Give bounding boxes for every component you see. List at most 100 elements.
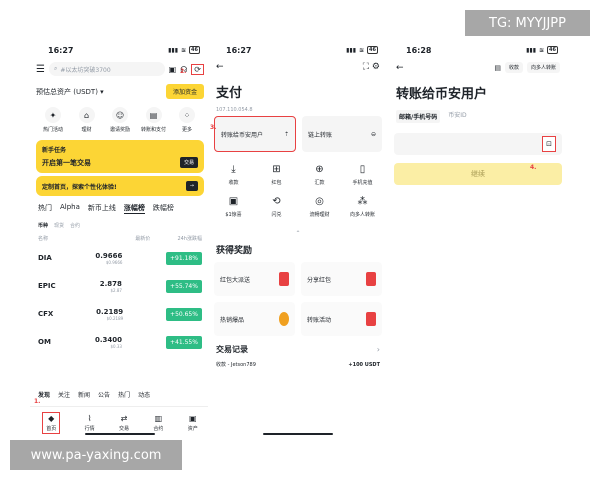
- nav-trade[interactable]: ⇄ 交易: [119, 414, 129, 432]
- annotation-2: 2.: [180, 68, 187, 75]
- table-row[interactable]: EPIC 2.878 $2.87 +55.74%: [30, 272, 210, 300]
- trade-button[interactable]: 交易: [179, 157, 198, 168]
- red-envelope-icon: [366, 312, 376, 326]
- swap-icon: ⟲: [272, 196, 281, 207]
- chart-icon: ⌇: [87, 413, 92, 423]
- coin-list: DIA 0.9666 $0.9666 +91.18% EPIC 2.878 $2.8…: [30, 244, 210, 356]
- onchain-transfer-button[interactable]: 链上转账 ⊖: [302, 116, 382, 152]
- contacts-icon[interactable]: ⊡: [542, 136, 556, 152]
- scan-icon[interactable]: ⛶: [363, 62, 369, 72]
- shortcut-pay[interactable]: ▤ 转账和支付: [139, 107, 169, 133]
- record-row[interactable]: 收款 - Jetson789 +100 USDT: [208, 359, 388, 370]
- grid-batch[interactable]: ⁂ 向多人转账: [341, 196, 384, 218]
- shortcut-invite[interactable]: ☺ 邀请奖励: [105, 107, 135, 133]
- reward-card[interactable]: 热销爆品: [214, 302, 295, 336]
- settings-icon[interactable]: ⚙: [372, 62, 380, 72]
- recipient-input[interactable]: ⊡: [394, 133, 562, 155]
- shortcut-more[interactable]: ⁘ 更多: [172, 107, 202, 133]
- promo-title: 新手任务: [42, 147, 67, 154]
- feed-tabs: 发现 关注 新闻 公告 热门 动态: [38, 392, 151, 399]
- users-icon: ⁂: [357, 196, 368, 207]
- annotation-3: 3.: [210, 124, 217, 131]
- grid-convert[interactable]: ⟲ 闪兑: [255, 196, 298, 218]
- phone-icon: ▯: [359, 164, 366, 175]
- screen-pay: 16:27 ▮▮▮ ≋ 46 ← ⛶ ⚙ 支付 107.110.054.8 3. 转…: [208, 42, 388, 438]
- nav-markets[interactable]: ⌇ 行情: [85, 414, 95, 432]
- status-bar: 16:28 ▮▮▮ ≋ 46: [406, 45, 558, 55]
- back-icon[interactable]: ←: [216, 62, 224, 72]
- trade-icon: ⇄: [120, 413, 128, 423]
- shortcut-earn[interactable]: ⌂ 理财: [72, 107, 102, 133]
- table-row[interactable]: CFX 0.2189 $0.2189 +50.65%: [30, 300, 210, 328]
- screen-transfer: 16:28 ▮▮▮ ≋ 46 ← ▤ 收款 向多人转账 转账给币安用户 邮箱/手机号…: [388, 42, 568, 438]
- promo-newbie[interactable]: 新手任务 开启第一笔交易 交易: [36, 140, 204, 173]
- pay-icon[interactable]: ⟳: [191, 63, 204, 75]
- grid-topup[interactable]: ▯ 手机充值: [341, 164, 384, 186]
- nav-futures[interactable]: ▥ 合约: [153, 414, 163, 432]
- tab-alpha[interactable]: Alpha: [60, 203, 80, 214]
- tab-gainers[interactable]: 涨幅榜: [123, 203, 145, 214]
- grid-receive[interactable]: ⤓ 收款: [212, 164, 255, 186]
- transfer-binance-user-button[interactable]: 转账给币安用户 ⇡: [214, 116, 296, 152]
- search-input[interactable]: ⌕ #以太坊突破3700: [48, 62, 165, 76]
- reward-card[interactable]: 分享红包: [301, 262, 382, 296]
- table-row[interactable]: DIA 0.9666 $0.9666 +91.18%: [30, 244, 210, 272]
- continue-button[interactable]: 继续: [394, 163, 562, 185]
- transfer-header: ← ▤ 收款 向多人转账: [388, 58, 568, 77]
- recipient-tabs: 邮箱/手机号码 币安ID: [388, 108, 568, 125]
- search-icon: ⌕: [53, 65, 58, 72]
- battery-icon: 46: [189, 46, 200, 54]
- grid-surprise[interactable]: ▣ $1惊喜: [212, 196, 255, 218]
- menu-icon[interactable]: ☰: [36, 64, 45, 75]
- user-icon: ☺: [112, 107, 128, 123]
- screen-home: 16:27 ▮▮▮ ≋ 46 ☰ ⌕ #以太坊突破3700 ▣ ☊ ⟳ 2. 预…: [30, 42, 210, 438]
- chevron-up-icon[interactable]: ⌃: [208, 230, 388, 237]
- chain-icon: ⊖: [370, 130, 376, 138]
- rewards-title: 获得奖励: [216, 246, 253, 256]
- battery-icon: 46: [547, 46, 558, 54]
- home-icon: ◆: [48, 413, 55, 423]
- home-indicator: [263, 433, 333, 435]
- back-icon[interactable]: ←: [396, 63, 404, 73]
- pay-grid: ⤓ 收款 ⊞ 红包 ⊕ 汇款 ▯ 手机充值 ▣ $1惊喜 ⟲ 闪兑 ◎ 流畅理财 ⁂ 向多人转账: [208, 152, 388, 230]
- receive-button[interactable]: 收款: [504, 62, 523, 73]
- pay-header: ← ⛶ ⚙: [208, 58, 388, 76]
- wifi-icon: ≋: [181, 46, 187, 54]
- shortcut-hot[interactable]: ✦ 热门活动: [38, 107, 68, 133]
- signal-icon: ▮▮▮: [346, 46, 356, 54]
- nav-assets[interactable]: ▣ 资产: [188, 414, 198, 432]
- grid-remit[interactable]: ⊕ 汇款: [298, 164, 341, 186]
- grid-redpacket[interactable]: ⊞ 红包: [255, 164, 298, 186]
- records-header[interactable]: 交易记录 ›: [208, 336, 388, 359]
- column-headers: 名称 最新价 24h涨跌幅: [38, 236, 202, 242]
- grid-flex-earn[interactable]: ◎ 流畅理财: [298, 196, 341, 218]
- futures-icon: ▥: [154, 413, 163, 423]
- tab-new[interactable]: 新币上线: [88, 203, 116, 214]
- wifi-icon: ≋: [539, 46, 545, 54]
- tab-binance-id[interactable]: 币安ID: [448, 110, 466, 123]
- status-time: 16:27: [48, 45, 74, 55]
- battery-icon: 46: [367, 46, 378, 54]
- tab-hot[interactable]: 热门: [38, 203, 52, 214]
- scan-icon[interactable]: ▣: [169, 65, 177, 74]
- remit-icon: ⊕: [315, 164, 324, 175]
- tab-email-phone[interactable]: 邮箱/手机号码: [396, 110, 441, 123]
- asset-row: 预估总资产 (USDT) ▾ 添加资金: [30, 80, 210, 103]
- reward-card[interactable]: 红包大派送: [214, 262, 295, 296]
- shortcut-grid: ✦ 热门活动 ⌂ 理财 ☺ 邀请奖励 ▤ 转账和支付 ⁘ 更多: [30, 103, 210, 137]
- asset-label[interactable]: 预估总资产 (USDT) ▾: [36, 87, 104, 97]
- add-funds-button[interactable]: 添加资金: [165, 84, 204, 99]
- document-icon[interactable]: ▤: [494, 64, 501, 72]
- promo-text: 开启第一笔交易: [42, 158, 91, 167]
- change-badge: +55.74%: [166, 279, 202, 293]
- promo-customize[interactable]: 定制首页，探索个性化体验! →: [36, 176, 204, 196]
- nav-home[interactable]: ◆ 首页: [42, 411, 61, 434]
- batch-transfer-button[interactable]: 向多人转账: [526, 62, 560, 73]
- page: 16:27 ▮▮▮ ≋ 46 ☰ ⌕ #以太坊突破3700 ▣ ☊ ⟳ 2. 预…: [0, 0, 600, 480]
- status-bar: 16:27 ▮▮▮ ≋ 46: [226, 45, 378, 55]
- chevron-right-icon: ›: [376, 345, 380, 354]
- tg-watermark: TG: MYYJJPP: [465, 10, 590, 36]
- table-row[interactable]: OM 0.3400 $0.33 +41.55%: [30, 328, 210, 356]
- tab-losers[interactable]: 跌幅榜: [153, 203, 174, 214]
- reward-card[interactable]: 转账活动: [301, 302, 382, 336]
